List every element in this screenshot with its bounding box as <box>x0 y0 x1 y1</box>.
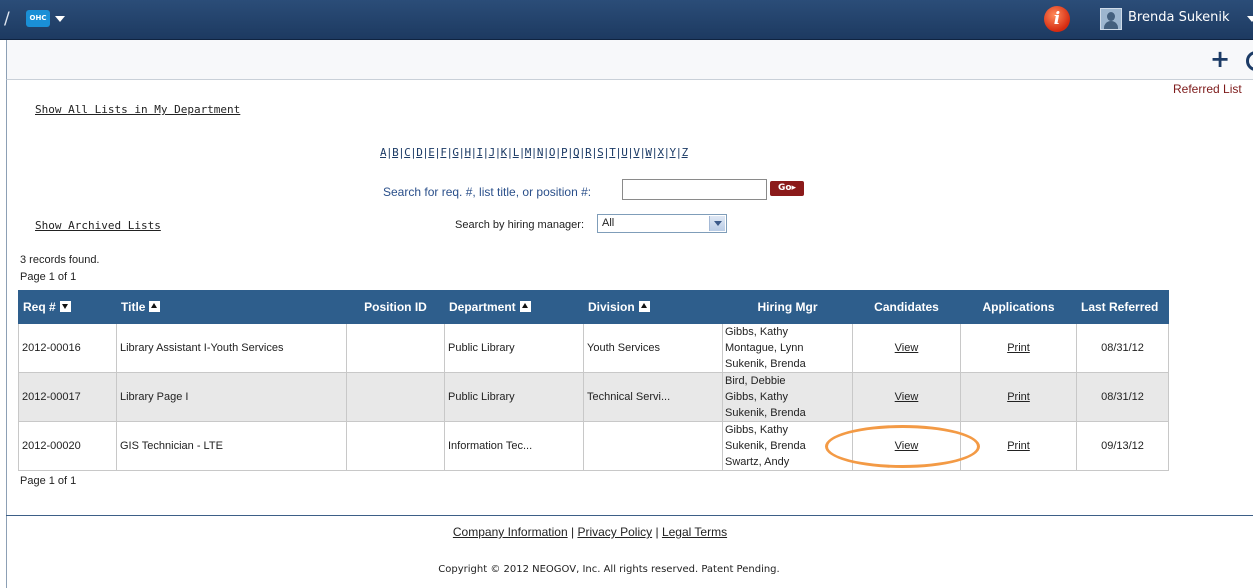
alphabet-filter: A|B|C|D|E|F|G|H|I|J|K|L|M|N|O|P|Q|R|S|T|… <box>380 146 688 159</box>
candidates-cell: View <box>852 372 961 422</box>
column-header-candidates[interactable]: Candidates <box>852 290 961 324</box>
page-indicator-top: Page 1 of 1 <box>20 271 77 283</box>
footer-separator: | <box>655 525 659 539</box>
column-header-position-id[interactable]: Position ID <box>346 290 445 324</box>
alphabet-letter-z[interactable]: Z <box>682 146 689 159</box>
chevron-down-icon[interactable] <box>55 16 65 22</box>
info-icon[interactable]: i <box>1044 6 1070 32</box>
candidates-cell: View <box>852 323 961 373</box>
column-header-hiring-mgr[interactable]: Hiring Mgr <box>722 290 853 324</box>
column-header-applications[interactable]: Applications <box>960 290 1077 324</box>
list-title: Library Assistant I-Youth Services <box>116 323 347 373</box>
manager-name: Gibbs, Kathy <box>725 391 788 403</box>
footer-separator: | <box>570 525 575 539</box>
manager-name: Montague, Lynn <box>725 342 804 354</box>
print-applications-link[interactable]: Print <box>1007 391 1030 403</box>
department: Information Tec... <box>444 421 584 471</box>
manager-name: Bird, Debbie <box>725 375 786 387</box>
show-archived-lists-link[interactable]: Show Archived Lists <box>35 219 161 232</box>
hiring-managers: Gibbs, Kathy Montague, Lynn Sukenik, Bre… <box>722 323 853 373</box>
list-title: Library Page I <box>116 372 347 422</box>
user-name[interactable]: Brenda Sukenik <box>1128 10 1230 25</box>
go-button[interactable]: Go▸ <box>770 181 804 196</box>
top-navigation-bar: / OHC i Brenda Sukenik <box>0 0 1253 40</box>
position-id <box>346 421 445 471</box>
req-number: 2012-00020 <box>18 421 117 471</box>
app-switcher-icon[interactable]: OHC <box>26 10 50 27</box>
manager-name: Sukenik, Brenda <box>725 407 806 419</box>
list-title: GIS Technician - LTE <box>116 421 347 471</box>
column-header-title[interactable]: Title <box>116 290 347 324</box>
hiring-manager-select[interactable]: All <box>597 214 727 233</box>
column-header-last-referred[interactable]: Last Referred <box>1076 290 1169 324</box>
manager-name: Gibbs, Kathy <box>725 424 788 436</box>
last-referred: 08/31/12 <box>1076 323 1169 373</box>
position-id <box>346 372 445 422</box>
table-header-row: Req # Title Position ID Department Divis… <box>18 290 1169 324</box>
applications-cell: Print <box>960 323 1077 373</box>
view-candidates-link[interactable]: View <box>895 391 919 403</box>
search-label: Search for req. #, list title, or positi… <box>383 185 592 199</box>
highlight-annotation <box>825 425 980 468</box>
toolbar: + <box>6 40 1253 80</box>
referred-list-link[interactable]: Referred List <box>1173 82 1242 96</box>
copyright-text: Copyright © 2012 NEOGOV, Inc. All rights… <box>438 564 780 575</box>
records-count: 3 records found. <box>20 254 100 266</box>
column-header-department[interactable]: Department <box>444 290 584 324</box>
applications-cell: Print <box>960 372 1077 422</box>
req-number: 2012-00016 <box>18 323 117 373</box>
footer-links: Company Information | Privacy Policy | L… <box>0 525 1180 539</box>
department: Public Library <box>444 372 584 422</box>
search-input[interactable] <box>622 179 767 200</box>
referred-lists-table: Req # Title Position ID Department Divis… <box>18 290 1169 471</box>
sort-asc-icon[interactable] <box>149 300 161 312</box>
sort-asc-icon[interactable] <box>638 300 650 312</box>
manager-name: Swartz, Andy <box>725 456 790 468</box>
legal-terms-link[interactable]: Legal Terms <box>662 525 727 539</box>
table-row: 2012-00017 Library Page I Public Library… <box>18 372 1169 422</box>
manager-name: Gibbs, Kathy <box>725 326 788 338</box>
department: Public Library <box>444 323 584 373</box>
add-icon[interactable]: + <box>1210 47 1230 71</box>
division <box>583 421 723 471</box>
user-menu-chevron-icon[interactable] <box>1247 16 1253 22</box>
sort-asc-icon[interactable] <box>519 300 531 312</box>
footer-divider <box>6 515 1253 516</box>
column-header-division[interactable]: Division <box>583 290 723 324</box>
hiring-manager-label: Search by hiring manager: <box>455 219 585 231</box>
sort-desc-icon[interactable] <box>59 300 71 312</box>
hiring-managers: Bird, Debbie Gibbs, Kathy Sukenik, Brend… <box>722 372 853 422</box>
show-all-lists-link[interactable]: Show All Lists in My Department <box>35 103 240 116</box>
position-id <box>346 323 445 373</box>
division: Technical Servi... <box>583 372 723 422</box>
chevron-down-icon[interactable] <box>709 216 725 231</box>
view-candidates-link[interactable]: View <box>895 342 919 354</box>
req-number: 2012-00017 <box>18 372 117 422</box>
print-applications-link[interactable]: Print <box>1007 440 1030 452</box>
page-indicator-bottom: Page 1 of 1 <box>20 475 77 487</box>
slash-mark: / <box>4 9 10 29</box>
division: Youth Services <box>583 323 723 373</box>
company-information-link[interactable]: Company Information <box>453 525 568 539</box>
table-row: 2012-00020 GIS Technician - LTE Informat… <box>18 421 1169 471</box>
column-header-req[interactable]: Req # <box>18 290 117 324</box>
avatar[interactable] <box>1100 8 1122 30</box>
privacy-policy-link[interactable]: Privacy Policy <box>577 525 652 539</box>
manager-name: Sukenik, Brenda <box>725 358 806 370</box>
print-applications-link[interactable]: Print <box>1007 342 1030 354</box>
history-icon[interactable] <box>1246 51 1253 71</box>
hiring-manager-selected: All <box>602 217 615 229</box>
last-referred: 09/13/12 <box>1076 421 1169 471</box>
table-row: 2012-00016 Library Assistant I-Youth Ser… <box>18 323 1169 373</box>
last-referred: 08/31/12 <box>1076 372 1169 422</box>
